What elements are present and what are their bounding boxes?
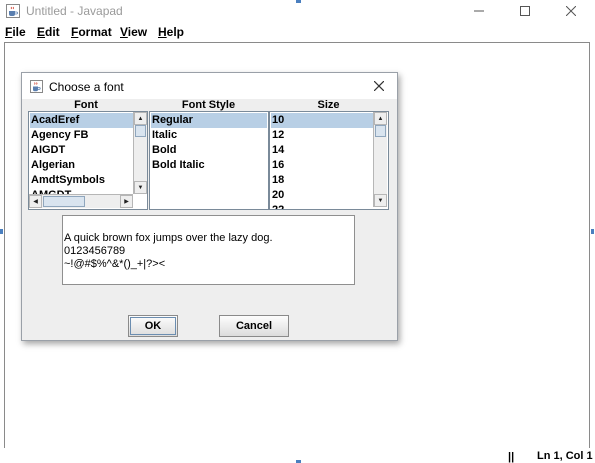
style-list-item[interactable]: Regular — [151, 113, 267, 128]
font-list-item[interactable]: AmdtSymbols — [30, 173, 105, 188]
scroll-thumb[interactable] — [43, 196, 85, 207]
dialog-title: Choose a font — [49, 80, 124, 94]
size-list-item[interactable]: 10 — [271, 113, 373, 128]
resize-handle[interactable] — [296, 0, 301, 3]
cursor-position: Ln 1, Col 1 — [537, 450, 593, 462]
preview-line: 0123456789 — [64, 245, 126, 257]
menu-help[interactable]: Help — [158, 25, 184, 39]
scroll-thumb[interactable] — [135, 125, 146, 137]
maximize-button[interactable] — [502, 0, 548, 22]
title-bar: Untitled - Javapad — [0, 0, 595, 22]
scroll-up-icon[interactable]: ▲ — [134, 112, 147, 125]
font-size-list[interactable]: 10 12 14 16 18 20 22 ▲ ▼ — [269, 111, 389, 210]
scroll-down-icon[interactable]: ▼ — [374, 194, 387, 207]
java-cup-icon — [30, 80, 43, 93]
size-list-item[interactable]: 18 — [271, 173, 284, 188]
size-list-item[interactable]: 22 — [271, 203, 284, 209]
font-column-header: Font — [74, 99, 98, 111]
minimize-button[interactable] — [456, 0, 502, 22]
scroll-up-icon[interactable]: ▲ — [374, 112, 387, 125]
font-list-item[interactable]: AIGDT — [30, 143, 65, 158]
cancel-button[interactable]: Cancel — [219, 315, 289, 337]
size-list-vscrollbar[interactable]: ▲ ▼ — [373, 112, 387, 207]
menu-bar: File Edit Format View Help — [0, 22, 595, 42]
size-list-item[interactable]: 12 — [271, 128, 284, 143]
close-icon — [374, 81, 384, 91]
scroll-left-icon[interactable]: ◀ — [29, 195, 42, 208]
font-dialog: Choose a font Font Font Style Size AcadE… — [21, 72, 398, 341]
size-column-header: Size — [317, 99, 340, 111]
size-list-item[interactable]: 16 — [271, 158, 284, 173]
size-list-item[interactable]: 20 — [271, 188, 284, 203]
font-preview: A quick brown fox jumps over the lazy do… — [62, 215, 355, 285]
resize-handle[interactable] — [591, 229, 594, 234]
maximize-icon — [520, 6, 530, 16]
style-list-item[interactable]: Italic — [151, 128, 177, 143]
scroll-thumb[interactable] — [375, 125, 386, 137]
style-column-header: Font Style — [181, 99, 236, 111]
font-list[interactable]: AcadEref Agency FB AIGDT Algerian AmdtSy… — [28, 111, 148, 210]
ok-button[interactable]: OK — [128, 315, 178, 337]
scroll-down-icon[interactable]: ▼ — [134, 181, 147, 194]
preview-line: A quick brown fox jumps over the lazy do… — [64, 232, 273, 244]
font-list-item[interactable]: Agency FB — [30, 128, 88, 143]
scroll-right-icon[interactable]: ▶ — [120, 195, 133, 208]
status-separator: || — [508, 451, 515, 463]
java-cup-icon — [6, 4, 20, 18]
window-title: Untitled - Javapad — [26, 4, 123, 18]
dialog-title-bar: Choose a font — [22, 73, 397, 99]
close-window-button[interactable] — [548, 0, 594, 22]
dialog-close-button[interactable] — [368, 76, 390, 96]
preview-line: ~!@#$%^&*()_+|?>< — [64, 258, 166, 270]
menu-edit[interactable]: Edit — [37, 25, 60, 39]
font-list-item[interactable]: Algerian — [30, 158, 75, 173]
resize-handle[interactable] — [0, 229, 3, 234]
minimize-icon — [474, 10, 484, 12]
font-list-hscrollbar[interactable]: ◀ ▶ — [29, 194, 133, 208]
font-list-vscrollbar[interactable]: ▲ ▼ — [133, 112, 147, 194]
menu-file[interactable]: File — [5, 25, 26, 39]
style-list-item[interactable]: Bold — [151, 143, 176, 158]
menu-view[interactable]: View — [120, 25, 147, 39]
font-style-list[interactable]: Regular Italic Bold Bold Italic — [149, 111, 269, 210]
size-list-item[interactable]: 14 — [271, 143, 284, 158]
style-list-item[interactable]: Bold Italic — [151, 158, 205, 173]
menu-format[interactable]: Format — [71, 25, 112, 39]
font-list-item[interactable]: AcadEref — [30, 113, 133, 128]
close-icon — [566, 6, 576, 16]
